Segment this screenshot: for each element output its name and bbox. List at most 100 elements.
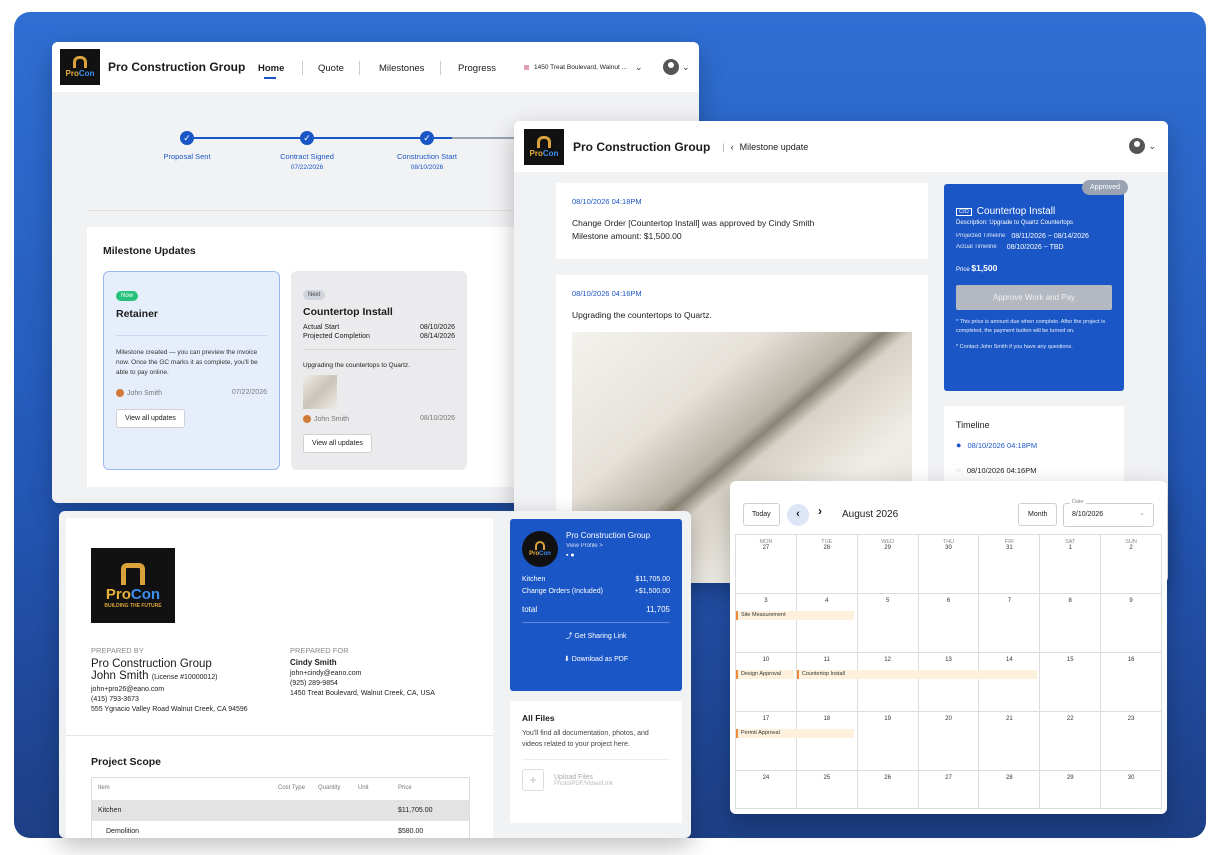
tab-milestones[interactable]: Milestones: [379, 63, 424, 74]
next-month-button[interactable]: ›: [818, 504, 822, 518]
status-badge: Now: [116, 291, 139, 301]
get-sharing-link-button[interactable]: ⤴ Get Sharing Link: [522, 631, 670, 641]
address-select[interactable]: 1450 Treat Boulevard, Walnut ... ⌄: [524, 62, 643, 73]
today-button[interactable]: Today: [743, 503, 780, 526]
update-post: 08/10/2026 04:18PM Change Order [Counter…: [556, 183, 928, 259]
day-cell[interactable]: MON 27: [736, 535, 797, 594]
download-icon: ⬇: [563, 656, 570, 663]
day-cell[interactable]: 28: [979, 771, 1041, 809]
view-profile-link[interactable]: View Profile >: [566, 543, 650, 549]
step-proposal-sent: ✓ Proposal Sent: [163, 131, 211, 161]
view-select[interactable]: Month: [1018, 503, 1058, 526]
day-cell[interactable]: 8: [1040, 594, 1102, 653]
location-pin-icon: ○: [956, 466, 961, 475]
countertop-thumbnail[interactable]: [303, 375, 337, 409]
tab-home[interactable]: Home: [258, 63, 284, 74]
day-cell[interactable]: 23: [1101, 712, 1163, 771]
day-cell[interactable]: 24: [736, 771, 797, 809]
quote-window: ProCon BUILDING THE FUTURE PREPARED BY Pr…: [59, 511, 691, 838]
table-row[interactable]: Demolition $580.00: [92, 821, 469, 838]
brand-logo: ProCon: [60, 49, 100, 85]
day-cell[interactable]: 3 Site Measurement: [736, 594, 854, 653]
timeline-title: Timeline: [956, 420, 990, 430]
day-cell[interactable]: TUE 28: [796, 535, 858, 594]
day-cell[interactable]: SAT 1: [1040, 535, 1102, 594]
timeline-item[interactable]: ● 08/10/2026 04:18PM: [956, 440, 1112, 450]
brand-logo: ProCon: [524, 128, 564, 165]
day-cell[interactable]: SUN 2: [1101, 535, 1163, 594]
day-cell[interactable]: 6: [918, 594, 980, 653]
day-cell[interactable]: FRI 31: [979, 535, 1041, 594]
date-picker[interactable]: Date 8/10/2026 ⌄: [1063, 499, 1154, 527]
day-cell[interactable]: 11 Countertop Install: [796, 653, 1037, 712]
day-cell[interactable]: 26: [857, 771, 919, 809]
day-cell[interactable]: 13: [918, 653, 980, 712]
day-cell[interactable]: 16: [1101, 653, 1163, 712]
location-pin-icon: ●: [956, 440, 962, 450]
scope-table: Item Cost Type Quantity Unit Price Kitchen $1…: [91, 777, 470, 838]
day-cell[interactable]: 12: [857, 653, 919, 712]
milestone-header: ProCon Pro Construction Group | ‹ Mileston…: [514, 121, 1168, 172]
milestones-title: Milestone Updates: [103, 245, 196, 257]
calendar-grid: MON 27 TUE 28 WED 29 THU 30 FRI 31 SAT 1 SUN 2 …: [735, 534, 1163, 809]
avatar: [116, 389, 124, 397]
event-countertop-install[interactable]: Countertop Install: [796, 670, 1037, 679]
table-header: Item Cost Type Quantity Unit Price: [98, 785, 412, 791]
day-cell[interactable]: 20: [918, 712, 980, 771]
timeline-item[interactable]: ○ 08/10/2026 04:16PM: [956, 466, 1112, 475]
step-construction-start: ✓ Construction Start 08/10/2026: [396, 131, 458, 171]
day-cell[interactable]: WED 29: [857, 535, 919, 594]
day-cell[interactable]: 14: [979, 653, 1041, 712]
day-cell[interactable]: THU 30: [918, 535, 980, 594]
milestone-card-retainer[interactable]: Now Retainer Milestone created — you can…: [103, 271, 280, 470]
download-pdf-button[interactable]: ⬇ Download as PDF: [522, 655, 670, 663]
home-header: ProCon Pro Construction Group Home Quote…: [52, 42, 699, 92]
brand-logo: ProCon: [522, 531, 558, 567]
day-cell[interactable]: 15: [1040, 653, 1102, 712]
view-all-updates-button[interactable]: View all updates: [116, 409, 185, 428]
table-row[interactable]: Kitchen $11,705.00: [92, 800, 469, 821]
event-site-measurement[interactable]: Site Measurement: [736, 611, 854, 620]
share-icon: ⤴: [565, 633, 573, 640]
card-title: Countertop Install: [303, 306, 393, 318]
prev-month-button[interactable]: ‹: [787, 504, 809, 526]
view-all-updates-button[interactable]: View all updates: [303, 434, 372, 453]
day-cell[interactable]: 10 Design Approval: [736, 653, 797, 712]
day-cell[interactable]: 30: [1101, 771, 1163, 809]
user-menu[interactable]: ⌄: [1129, 138, 1156, 154]
check-icon: ✓: [420, 131, 434, 145]
chevron-left-icon: ‹: [730, 141, 734, 152]
day-cell[interactable]: 9: [1101, 594, 1163, 653]
day-cell[interactable]: 27: [918, 771, 980, 809]
day-cell[interactable]: 17 Permit Approval: [736, 712, 854, 771]
change-order-icon: C/O: [956, 207, 972, 216]
breadcrumb[interactable]: | ‹ Milestone update: [722, 142, 808, 152]
tab-quote[interactable]: Quote: [318, 63, 344, 74]
day-cell[interactable]: 5: [857, 594, 919, 653]
quote-document: ProCon BUILDING THE FUTURE PREPARED BY Pr…: [66, 518, 493, 838]
upload-files-button[interactable]: + Upload Files Photo/PDF/Video/Link: [522, 769, 670, 791]
day-cell[interactable]: 29: [1040, 771, 1102, 809]
day-cell[interactable]: 22: [1040, 712, 1102, 771]
day-cell[interactable]: 4: [796, 594, 858, 653]
day-cell[interactable]: 7: [979, 594, 1041, 653]
event-permit-approval[interactable]: Permit Approval: [736, 729, 854, 738]
step-contract-signed: ✓ Contract Signed 07/22/2026: [280, 131, 334, 171]
day-cell[interactable]: 19: [857, 712, 919, 771]
milestones-panel: Milestone Updates Now Retainer Milestone…: [87, 227, 517, 487]
event-design-approval[interactable]: Design Approval: [736, 670, 794, 679]
day-cell[interactable]: 18: [796, 712, 858, 771]
day-cell[interactable]: 25: [796, 771, 858, 809]
day-cell[interactable]: 21: [979, 712, 1041, 771]
chevron-right-icon: ›: [818, 504, 822, 518]
milestone-card-countertop[interactable]: Next Countertop Install Actual Start 08/1…: [291, 271, 467, 470]
brand-name: Pro Construction Group: [573, 139, 711, 154]
plus-icon: +: [522, 769, 544, 791]
user-menu[interactable]: ⌄: [663, 59, 690, 75]
check-icon: ✓: [180, 131, 194, 145]
approve-work-and-pay-button[interactable]: Approve Work and Pay: [956, 285, 1112, 310]
quote-summary: ProCon Pro Construction Group View Profil…: [510, 519, 682, 691]
chevron-down-icon: ⌄: [1148, 140, 1156, 151]
prepared-by: PREPARED BY Pro Construction Group John …: [91, 646, 248, 713]
tab-progress[interactable]: Progress: [458, 63, 496, 74]
